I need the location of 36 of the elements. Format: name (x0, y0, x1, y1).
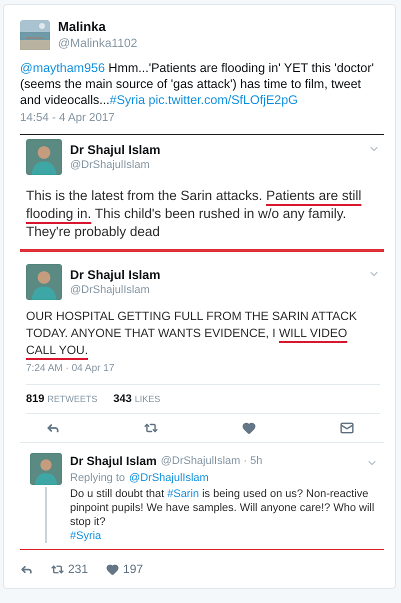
user-name: Dr Shajul Islam (70, 454, 157, 468)
retweet-icon[interactable] (144, 421, 158, 435)
heart-icon[interactable] (106, 562, 120, 576)
avatar-icon (26, 139, 62, 175)
mail-icon[interactable] (340, 421, 354, 435)
tweet-text: @maytham956 Hmm...'Patients are flooding in' YET this 'doctor' (seems the main source of 'gas attack') has time to film, tweet and videocalls...#Syria pic.twitter.com/SfLOfjE2pG (20, 60, 375, 108)
action-count: 197 (123, 562, 144, 576)
tweet-text: Do u still doubt that #Sarin is being used on us? Non-reactive pinpoint pupils! We have samples. Will anyone care!? Who will stop it? #Syria (70, 487, 376, 543)
hashtag-link[interactable]: #Syria (110, 93, 146, 107)
replying-label: Replying to (70, 472, 126, 484)
tweet-time: 7:24 AM · 04 Apr 17 (26, 363, 116, 374)
hashtag-link[interactable]: #Sarin (167, 488, 200, 500)
retweet-icon[interactable] (51, 562, 64, 576)
user-name: Dr Shajul Islam (70, 268, 160, 282)
tweet-text: OUR HOSPITAL GETTING FULL FROM THE SARIN ATTACK TODAY. ANYONE THAT WANTS EVIDENCE, I WILL VIDEO CALL YOU. (26, 308, 358, 359)
avatar-icon (26, 264, 62, 300)
hashtag-link[interactable]: #Syria (70, 530, 102, 542)
url-link[interactable]: pic.twitter.com/SfLOfjE2pG (145, 93, 298, 107)
avatar-icon (30, 453, 62, 485)
user-handle: @DrShajulIslam (70, 159, 151, 171)
action-count: 231 (68, 562, 88, 576)
user-name: Malinka (58, 19, 107, 34)
reply-icon[interactable] (46, 421, 60, 435)
stat-count: 343 (113, 393, 132, 405)
mention-link[interactable]: @maytham956 (20, 61, 105, 75)
tweet-time: 14:54 - 4 Apr 2017 (20, 112, 116, 124)
user-name: Dr Shajul Islam (70, 143, 160, 157)
stat-count: 819 (26, 393, 44, 405)
mention-link[interactable]: @DrShajulIslam (129, 472, 209, 484)
stat-label: LIKES (134, 394, 160, 404)
stat-label: RETWEETS (47, 394, 98, 404)
user-handle: @DrShajulIslam · 5h (160, 455, 262, 467)
user-handle: @Malinka1102 (58, 36, 138, 50)
heart-icon[interactable] (242, 421, 256, 435)
user-handle: @DrShajulIslam (70, 284, 151, 296)
tweet-text: This is the latest from the Sarin attacks. Patients are still flooding in. This child's been rushed in w/o any family. They're probably dead (26, 187, 362, 241)
